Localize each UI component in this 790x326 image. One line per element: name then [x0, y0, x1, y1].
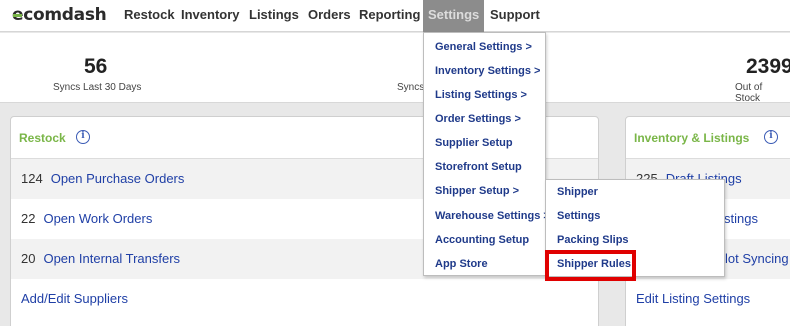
menu-storefront-setup[interactable]: Storefront Setup: [435, 161, 522, 173]
menu-listing-settings[interactable]: Listing Settings >: [435, 89, 527, 101]
menu-general-settings[interactable]: General Settings >: [435, 41, 532, 53]
add-edit-suppliers-link[interactable]: Add/Edit Suppliers: [21, 291, 128, 306]
syncs-30-days-value: 56: [84, 55, 108, 78]
inventory-panel-header: Inventory & Listings i: [626, 117, 790, 159]
menu-inventory-settings[interactable]: Inventory Settings >: [435, 65, 540, 77]
nav-settings[interactable]: Settings: [423, 0, 485, 32]
nav-restock[interactable]: Restock: [119, 0, 180, 30]
out-of-stock-value: 2399: [746, 55, 790, 78]
info-icon[interactable]: i: [764, 130, 778, 144]
menu-warehouse-settings[interactable]: Warehouse Settings >: [435, 210, 550, 222]
out-of-stock-label: Out of Stock: [735, 82, 763, 104]
nav-listings[interactable]: Listings: [244, 0, 304, 30]
ecomdash-logo[interactable]: ecomdash: [12, 5, 107, 25]
menu-order-settings[interactable]: Order Settings >: [435, 113, 521, 125]
menu-shipper-setup[interactable]: Shipper Setup >: [435, 185, 519, 197]
stats-band: 56 Syncs Last 30 Days Syncs 2399 Out of …: [0, 33, 790, 104]
nav-reporting[interactable]: Reporting: [354, 0, 425, 30]
menu-app-store[interactable]: App Store: [435, 258, 488, 270]
edit-listing-settings-link[interactable]: Edit Listing Settings: [636, 291, 750, 306]
restock-panel-title: Restock: [19, 131, 66, 145]
submenu-shipper[interactable]: Shipper: [557, 186, 598, 198]
open-purchase-orders-link[interactable]: Open Purchase Orders: [51, 171, 185, 186]
not-syncing-link[interactable]: lot Syncing: [725, 251, 789, 266]
shipper-rules-highlight: [545, 250, 636, 281]
menu-accounting-setup[interactable]: Accounting Setup: [435, 234, 529, 246]
nav-orders[interactable]: Orders: [303, 0, 356, 30]
open-work-orders-link[interactable]: Open Work Orders: [43, 211, 152, 226]
settings-dropdown: General Settings > Inventory Settings > …: [423, 32, 550, 276]
listings-link[interactable]: stings: [724, 211, 758, 226]
row-count: 124: [21, 171, 43, 186]
row-count: 20: [21, 251, 36, 266]
list-item[interactable]: Add/Edit Suppliers: [11, 279, 598, 319]
syncs-label: Syncs: [397, 82, 425, 93]
info-icon[interactable]: i: [76, 130, 90, 144]
open-internal-transfers-link[interactable]: Open Internal Transfers: [43, 251, 180, 266]
top-nav: ecomdash Restock Inventory Listings Orde…: [0, 0, 790, 32]
nav-inventory[interactable]: Inventory: [176, 0, 245, 30]
inventory-panel-title: Inventory & Listings: [634, 131, 750, 145]
nav-support[interactable]: Support: [485, 0, 545, 30]
list-item[interactable]: Edit Listing Settings: [626, 279, 790, 319]
menu-supplier-setup[interactable]: Supplier Setup: [435, 137, 513, 149]
submenu-packing-slips[interactable]: Packing Slips: [557, 234, 629, 246]
logo-text: comdash: [23, 5, 107, 25]
row-count: 22: [21, 211, 36, 226]
syncs-30-days-label: Syncs Last 30 Days: [53, 82, 142, 93]
submenu-settings[interactable]: Settings: [557, 210, 600, 222]
